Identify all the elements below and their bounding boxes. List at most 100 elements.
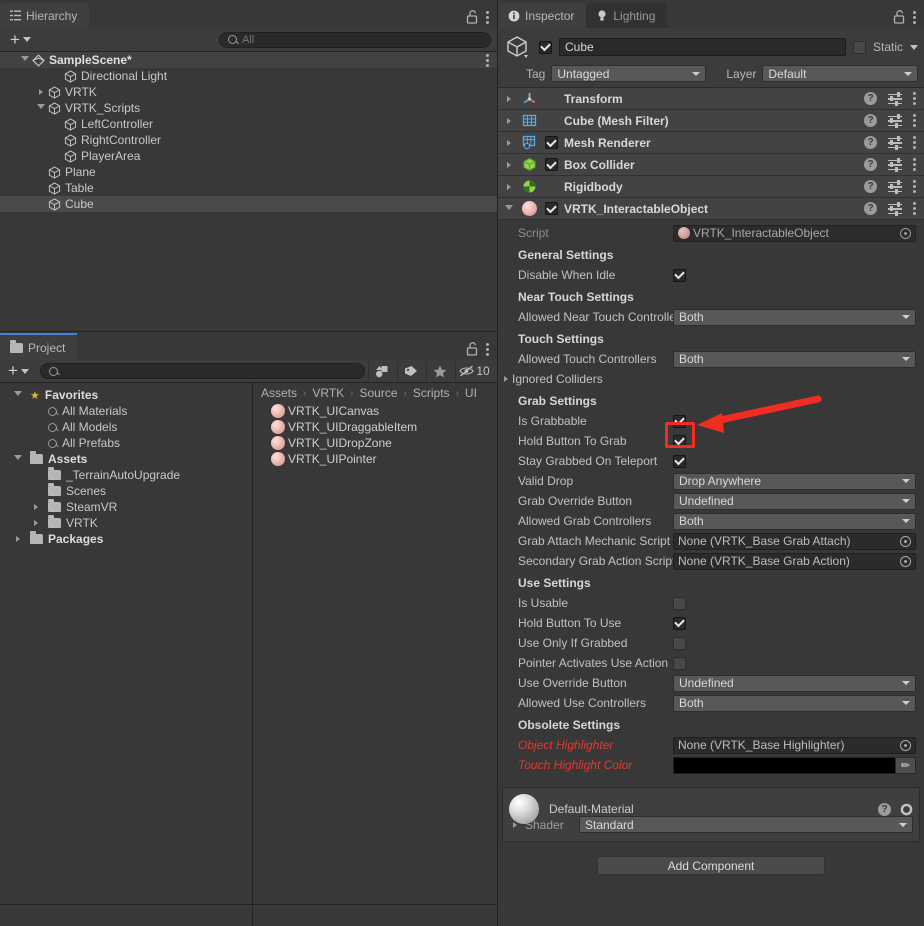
foldout-arrow-slot[interactable] bbox=[11, 391, 25, 399]
project-tree-item-all-materials[interactable]: All Materials bbox=[0, 403, 252, 419]
project-file-vrtk_uipointer[interactable]: VRTK_UIPointer bbox=[253, 451, 497, 467]
foldout-arrow-slot[interactable] bbox=[29, 504, 43, 510]
project-search-input[interactable] bbox=[39, 363, 365, 379]
project-tree-scrollbar[interactable] bbox=[0, 905, 253, 926]
property-checkbox-is-grabbable[interactable] bbox=[673, 414, 686, 428]
tab-hierarchy[interactable]: Hierarchy bbox=[0, 3, 90, 28]
kebab-menu-icon[interactable] bbox=[913, 114, 916, 127]
project-file-list[interactable]: VRTK_UICanvas VRTK_UIDraggableItem VRTK_UI… bbox=[253, 403, 497, 467]
project-tree-item-vrtk[interactable]: VRTK bbox=[0, 515, 252, 531]
property-checkbox-hold-button-to-grab[interactable] bbox=[673, 434, 686, 448]
foldout-arrow-slot[interactable] bbox=[29, 520, 43, 526]
property-dropdown-allowed-touch-controllers[interactable]: Both bbox=[673, 350, 916, 368]
layer-dropdown[interactable]: Default bbox=[762, 65, 918, 82]
gear-icon[interactable] bbox=[900, 803, 913, 816]
property-dropdown-allowed-use-controllers[interactable]: Both bbox=[673, 694, 916, 712]
component-enabled-checkbox[interactable] bbox=[545, 202, 558, 215]
help-icon[interactable]: ? bbox=[864, 158, 877, 171]
create-gameobject-button[interactable]: + bbox=[6, 31, 35, 49]
kebab-menu-icon[interactable] bbox=[913, 136, 916, 149]
property-object-field-grab-attach-mechanic-script[interactable]: None (VRTK_Base Grab Attach) bbox=[673, 532, 916, 550]
hierarchy-item-plane[interactable]: Plane bbox=[0, 164, 497, 180]
hierarchy-item-rightcontroller[interactable]: RightController bbox=[0, 132, 497, 148]
hierarchy-item-table[interactable]: Table bbox=[0, 180, 497, 196]
gameobject-name-input[interactable]: Cube bbox=[559, 38, 846, 56]
object-picker-icon[interactable] bbox=[900, 739, 911, 751]
foldout-arrow-slot[interactable] bbox=[34, 89, 48, 95]
property-object-field-secondary-grab-action-script[interactable]: None (VRTK_Base Grab Action) bbox=[673, 552, 916, 570]
object-picker-icon[interactable] bbox=[900, 227, 911, 239]
property-checkbox-pointer-activates-use-action[interactable] bbox=[673, 656, 686, 670]
static-dropdown-chevron-icon[interactable] bbox=[910, 44, 918, 50]
kebab-menu-icon[interactable] bbox=[486, 342, 489, 356]
chevron-right-icon[interactable] bbox=[507, 183, 511, 190]
help-icon[interactable]: ? bbox=[864, 136, 877, 149]
tab-lighting[interactable]: Lighting bbox=[586, 3, 668, 28]
project-tree-item-terrainautoupgrade[interactable]: _TerrainAutoUpgrade bbox=[0, 467, 252, 483]
object-picker-icon[interactable] bbox=[900, 535, 911, 547]
help-icon[interactable]: ? bbox=[864, 92, 877, 105]
breadcrumb-item-vrtk[interactable]: VRTK bbox=[312, 386, 344, 400]
kebab-menu-icon[interactable] bbox=[486, 53, 489, 67]
component-header-cube-mesh-filter[interactable]: Cube (Mesh Filter)? bbox=[498, 110, 924, 132]
asset-type-filter-icon[interactable] bbox=[368, 361, 394, 381]
help-icon[interactable]: ? bbox=[878, 802, 891, 816]
hierarchy-item-vrtk-scripts[interactable]: VRTK_Scripts bbox=[0, 100, 497, 116]
breadcrumb-item-ui[interactable]: UI bbox=[465, 386, 477, 400]
favorite-star-icon[interactable] bbox=[426, 361, 452, 381]
chevron-right-icon[interactable] bbox=[504, 376, 508, 382]
hierarchy-item-leftcontroller[interactable]: LeftController bbox=[0, 116, 497, 132]
preset-sliders-icon[interactable] bbox=[888, 158, 902, 172]
property-checkbox-use-only-if-grabbed[interactable] bbox=[673, 636, 686, 650]
project-files-scrollbar[interactable] bbox=[253, 905, 497, 926]
property-dropdown-use-override-button[interactable]: Undefined bbox=[673, 674, 916, 692]
hierarchy-item-playerarea[interactable]: PlayerArea bbox=[0, 148, 497, 164]
project-file-vrtk_uicanvas[interactable]: VRTK_UICanvas bbox=[253, 403, 497, 419]
kebab-menu-icon[interactable] bbox=[913, 202, 916, 215]
component-header-box-collider[interactable]: Box Collider? bbox=[498, 154, 924, 176]
preset-sliders-icon[interactable] bbox=[888, 202, 902, 216]
property-checkbox-is-usable[interactable] bbox=[673, 596, 686, 610]
preset-sliders-icon[interactable] bbox=[888, 136, 902, 150]
project-file-vrtk_uidropzone[interactable]: VRTK_UIDropZone bbox=[253, 435, 497, 451]
material-foldout-arrow-icon[interactable] bbox=[513, 821, 517, 828]
eyedropper-icon[interactable]: ✏ bbox=[895, 756, 916, 774]
material-preview-block[interactable]: Default-Material ? Shader Standard bbox=[502, 787, 920, 842]
property-dropdown-allowed-grab-controllers[interactable]: Both bbox=[673, 512, 916, 530]
chevron-right-icon[interactable] bbox=[507, 117, 511, 124]
help-icon[interactable]: ? bbox=[864, 180, 877, 193]
object-picker-icon[interactable] bbox=[900, 555, 911, 567]
script-object-field[interactable]: VRTK_InteractableObject bbox=[673, 224, 916, 242]
kebab-menu-icon[interactable] bbox=[913, 180, 916, 193]
create-asset-button[interactable]: + bbox=[4, 362, 33, 380]
preset-sliders-icon[interactable] bbox=[888, 114, 902, 128]
label-filter-icon[interactable] bbox=[397, 361, 423, 381]
foldout-arrow-slot[interactable] bbox=[34, 104, 48, 112]
chevron-down-icon[interactable] bbox=[505, 204, 513, 213]
hierarchy-item-directional-light[interactable]: Directional Light bbox=[0, 68, 497, 84]
foldout-arrow-slot[interactable] bbox=[11, 536, 25, 542]
project-tree-item-steamvr[interactable]: SteamVR bbox=[0, 499, 252, 515]
property-object-field-object-highlighter[interactable]: None (VRTK_Base Highlighter) bbox=[673, 736, 916, 754]
component-enabled-checkbox[interactable] bbox=[545, 136, 558, 149]
hierarchy-item-cube[interactable]: Cube bbox=[0, 196, 497, 212]
project-folder-tree[interactable]: ★ Favorites All Materials All Models All Pre… bbox=[0, 383, 253, 904]
project-tree-item-scenes[interactable]: Scenes bbox=[0, 483, 252, 499]
kebab-menu-icon[interactable] bbox=[486, 10, 489, 24]
shader-dropdown[interactable]: Standard bbox=[579, 816, 913, 833]
chevron-right-icon[interactable] bbox=[507, 139, 511, 146]
help-icon[interactable]: ? bbox=[864, 114, 877, 127]
component-header-mesh-renderer[interactable]: Mesh Renderer? bbox=[498, 132, 924, 154]
hierarchy-tree[interactable]: SampleScene* Directional Light VRTK VRTK_Sc… bbox=[0, 52, 497, 331]
breadcrumb-item-assets[interactable]: Assets bbox=[261, 386, 297, 400]
hierarchy-search-input[interactable]: All bbox=[218, 31, 491, 48]
add-component-button[interactable]: Add Component bbox=[597, 856, 825, 875]
component-header-vrtk-interactableobject[interactable]: VRTK_InteractableObject? bbox=[498, 198, 924, 220]
kebab-menu-icon[interactable] bbox=[913, 92, 916, 105]
hidden-packages-toggle[interactable]: 10 bbox=[455, 361, 493, 381]
tag-dropdown[interactable]: Untagged bbox=[551, 65, 707, 82]
kebab-menu-icon[interactable] bbox=[913, 10, 916, 24]
property-dropdown-allowed-near-touch-controllers[interactable]: Both bbox=[673, 308, 916, 326]
preset-sliders-icon[interactable] bbox=[888, 180, 902, 194]
static-checkbox[interactable] bbox=[852, 40, 866, 54]
